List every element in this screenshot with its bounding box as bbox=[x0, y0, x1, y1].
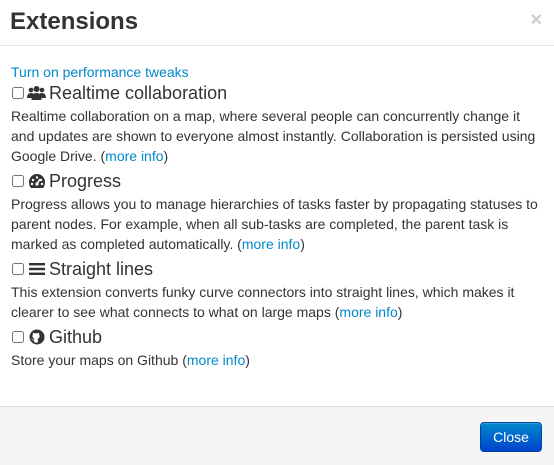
performance-tweaks-link[interactable]: Turn on performance tweaks bbox=[11, 62, 189, 82]
extension-name: Straight lines bbox=[49, 259, 154, 279]
more-info-link[interactable]: more info bbox=[339, 304, 397, 320]
description-end: ) bbox=[397, 304, 403, 320]
extension-item-straight-lines: Straight lines This extension converts f… bbox=[11, 258, 544, 322]
extension-item-github: Github Store your maps on Github (more i… bbox=[11, 326, 544, 370]
extension-checkbox-github[interactable] bbox=[12, 331, 24, 343]
extension-checkbox-straight-lines[interactable] bbox=[12, 263, 24, 275]
description-text: Store your maps on Github ( bbox=[11, 352, 187, 368]
more-info-link[interactable]: more info bbox=[105, 148, 163, 164]
extension-name: Progress bbox=[49, 171, 122, 191]
extension-title: Straight lines bbox=[11, 258, 544, 280]
list-icon bbox=[27, 260, 46, 278]
github-icon bbox=[27, 328, 46, 346]
extension-description: This extension converts funky curve conn… bbox=[11, 282, 544, 322]
extension-title: Realtime collaboration bbox=[11, 82, 544, 104]
extension-name: Realtime collaboration bbox=[49, 83, 228, 103]
description-end: ) bbox=[245, 352, 250, 368]
extension-item-progress: Progress Progress allows you to manage h… bbox=[11, 170, 544, 254]
extension-checkbox-progress[interactable] bbox=[12, 175, 24, 187]
description-text: This extension converts funky curve conn… bbox=[11, 284, 515, 320]
dialog-footer: Close bbox=[0, 406, 554, 465]
extension-name: Github bbox=[49, 327, 103, 347]
dialog-body: Turn on performance tweaks Realtime coll… bbox=[11, 62, 544, 374]
description-text: Realtime collaboration on a map, where s… bbox=[11, 108, 536, 164]
description-end: ) bbox=[163, 148, 169, 164]
extension-description: Realtime collaboration on a map, where s… bbox=[11, 106, 544, 166]
extension-item-realtime: Realtime collaboration Realtime collabor… bbox=[11, 82, 544, 166]
dialog-title: Extensions bbox=[10, 8, 139, 35]
extension-checkbox-realtime[interactable] bbox=[12, 87, 24, 99]
extension-description: Progress allows you to manage hierarchie… bbox=[11, 194, 544, 254]
more-info-link[interactable]: more info bbox=[242, 236, 300, 252]
extensions-dialog: Extensions × Turn on performance tweaks bbox=[0, 0, 554, 465]
extension-title: Progress bbox=[11, 170, 544, 192]
dialog-header: Extensions × bbox=[0, 0, 554, 46]
close-button[interactable]: Close bbox=[480, 422, 542, 452]
users-icon bbox=[27, 84, 46, 102]
extension-description: Store your maps on Github (more info) bbox=[11, 350, 544, 370]
description-end: ) bbox=[300, 236, 305, 252]
more-info-link[interactable]: more info bbox=[187, 352, 245, 368]
close-x-icon[interactable]: × bbox=[530, 10, 542, 30]
dashboard-icon bbox=[27, 172, 46, 190]
extension-title: Github bbox=[11, 326, 544, 348]
